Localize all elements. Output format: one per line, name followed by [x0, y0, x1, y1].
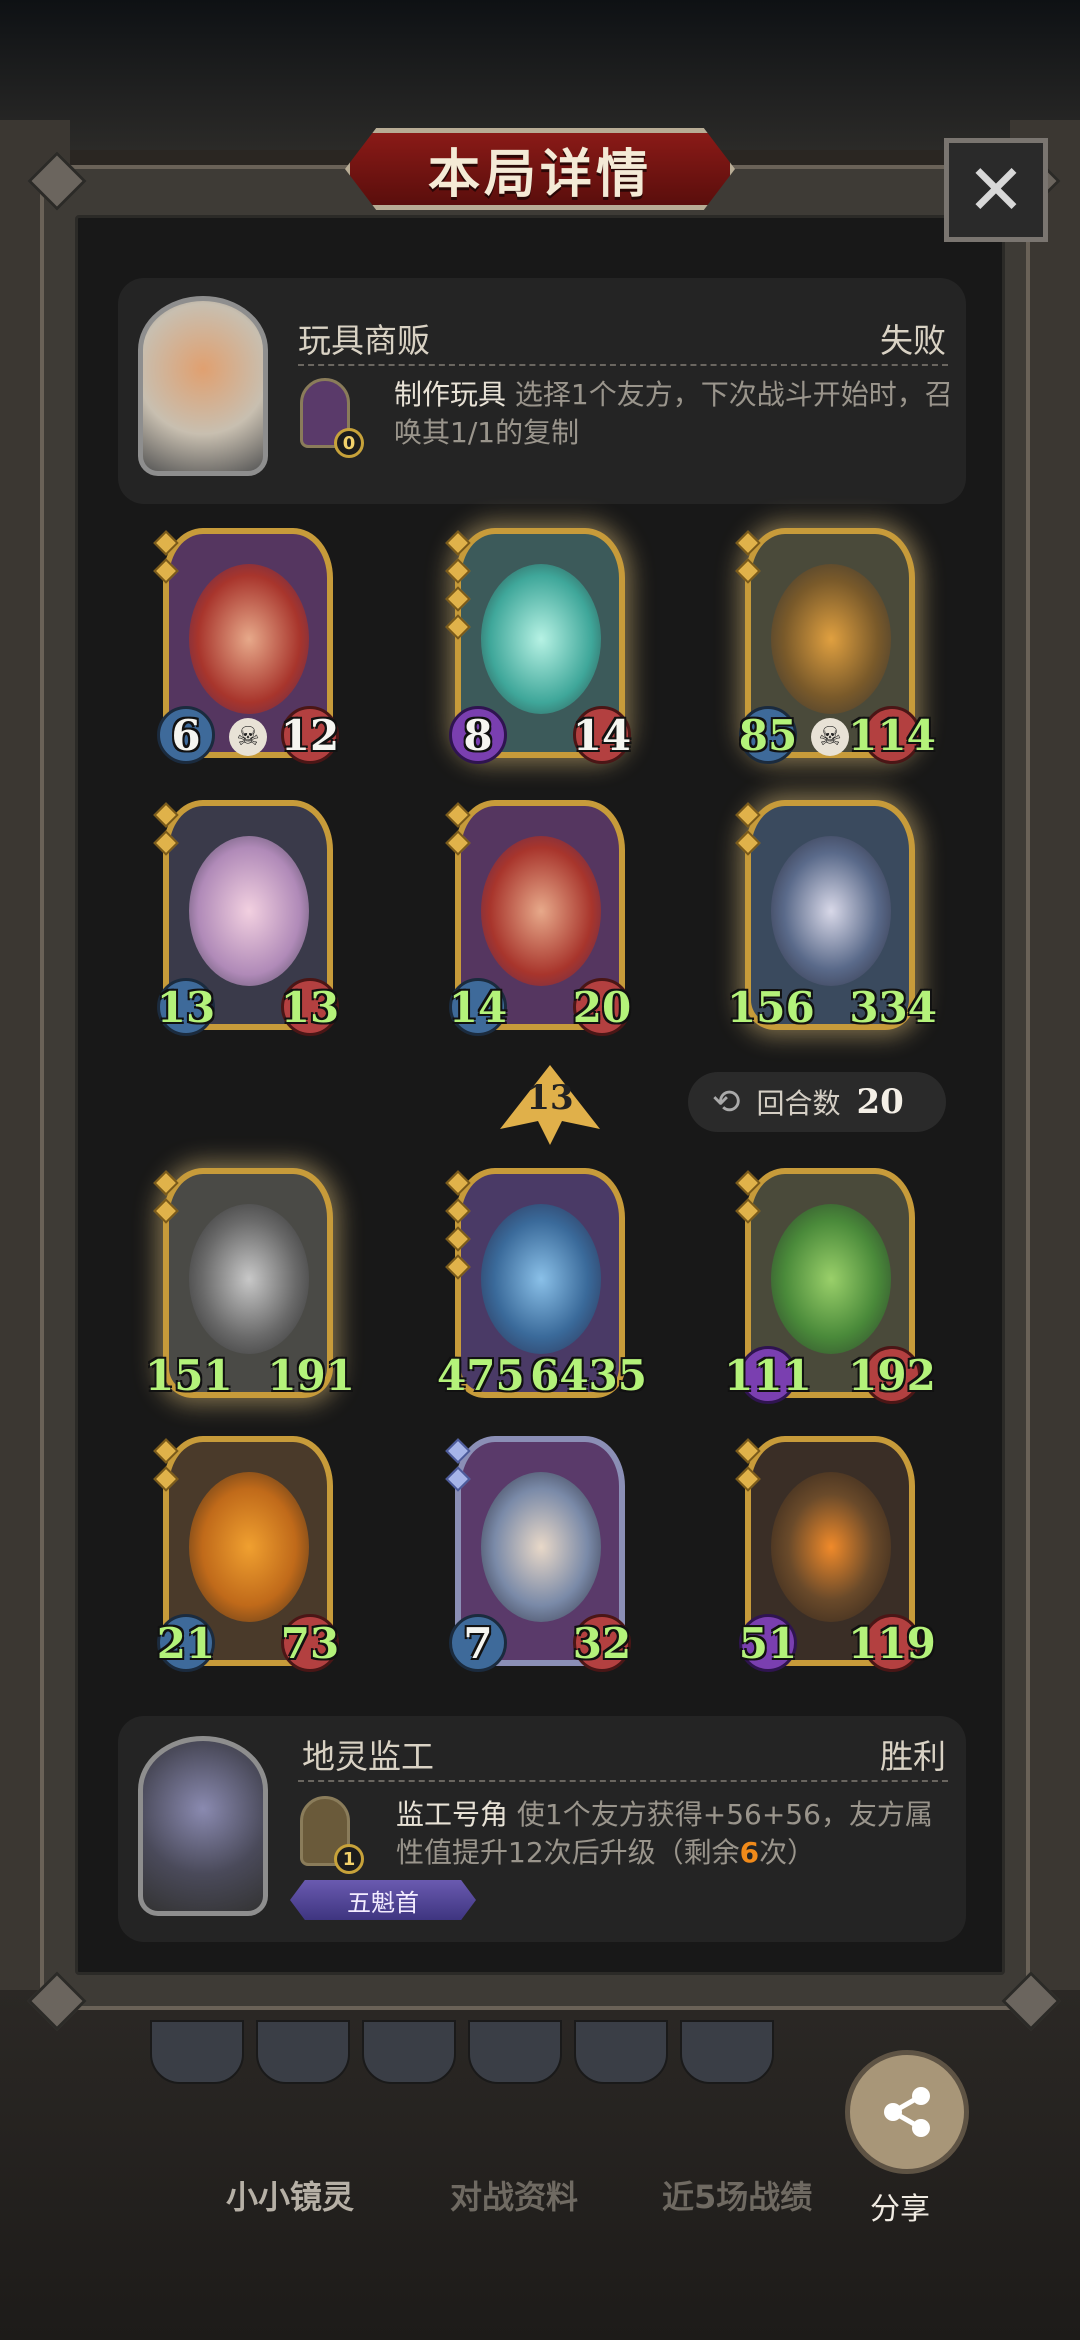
tier-pips	[153, 530, 179, 590]
player-skill-remaining: 6	[739, 1836, 760, 1869]
tier-pips	[445, 530, 471, 646]
unit-attack: 151	[145, 1350, 233, 1400]
share-button[interactable]	[845, 2050, 969, 2174]
unit-attack: 13	[157, 978, 215, 1036]
opponent-name: 玩具商贩	[298, 321, 430, 360]
unit-card[interactable]: 156 334	[727, 800, 937, 1032]
player-avatar	[138, 1736, 268, 1916]
player-card: 地灵监工 胜利 1 监工号角 使1个友方获得+56+56，友方属性值提升12次后…	[118, 1716, 966, 1942]
opponent-skill: 制作玩具 选择1个友方，下次战斗开始时，召唤其1/1的复制	[394, 376, 954, 452]
unit-health: 20	[573, 978, 631, 1036]
unit-health: 191	[267, 1350, 355, 1400]
unit-attack: 51	[739, 1614, 797, 1672]
unit-card[interactable]: 8 14	[445, 528, 631, 764]
skull-icon: ☠	[229, 718, 267, 756]
unit-card[interactable]: 21 73	[153, 1436, 339, 1672]
opponent-skill-name: 制作玩具	[394, 378, 507, 411]
close-icon: ✕	[966, 149, 1026, 231]
divider	[298, 364, 948, 366]
unit-strip	[150, 2020, 790, 2084]
unit-health: 12	[281, 706, 339, 764]
opponent-avatar	[138, 296, 268, 476]
tier-pips	[735, 1170, 761, 1230]
tier-pips	[445, 802, 471, 862]
skull-icon: ☠	[811, 718, 849, 756]
player-skill: 监工号角 使1个友方获得+56+56，友方属性值提升12次后升级（剩余6次）	[396, 1796, 956, 1872]
unit-health: 192	[848, 1346, 936, 1404]
unit-card[interactable]: 475 6435	[437, 1168, 647, 1400]
unit-card[interactable]: 13 13	[153, 800, 339, 1036]
share-label: 分享	[870, 2192, 930, 2227]
unit-attack: 21	[157, 1614, 215, 1672]
unit-attack: 475	[437, 1350, 525, 1400]
opponent-result: 失败	[880, 321, 946, 360]
player-skill-name: 监工号角	[396, 1798, 509, 1831]
panel-title: 本局详情	[427, 143, 652, 205]
opponent-card: 玩具商贩 失败 0 制作玩具 选择1个友方，下次战斗开始时，召唤其1/1的复制	[118, 278, 966, 504]
divider	[298, 1780, 948, 1782]
player-name: 地灵监工	[302, 1737, 434, 1776]
tier-pips	[735, 530, 761, 590]
tab-mirror-spirit[interactable]: 小小镜灵	[226, 2172, 354, 2218]
unit-attack: 14	[449, 978, 507, 1036]
unit-card[interactable]: 7 32	[445, 1436, 631, 1672]
unit-card[interactable]: 151 191	[145, 1168, 355, 1400]
player-relic-count: 1	[334, 1844, 364, 1874]
unit-health: 14	[573, 706, 631, 764]
tier-pips	[445, 1438, 471, 1498]
unit-health: 13	[281, 978, 339, 1036]
rounds-value: 20	[856, 1082, 904, 1122]
tier-pips	[735, 1438, 761, 1498]
unit-attack: 156	[727, 982, 815, 1032]
unit-card[interactable]: ☠ 6 12	[153, 528, 339, 764]
rounds-label: 回合数	[756, 1087, 841, 1120]
unit-health: 73	[281, 1614, 339, 1672]
close-button[interactable]: ✕	[944, 138, 1048, 242]
opponent-relic-count: 0	[334, 428, 364, 458]
tier-pips	[153, 1170, 179, 1230]
unit-attack: 111	[724, 1346, 812, 1404]
tier-level: 13	[526, 1078, 574, 1118]
unit-health: 334	[849, 982, 937, 1032]
unit-card[interactable]: 14 20	[445, 800, 631, 1036]
unit-attack: 6	[157, 706, 215, 764]
tier-pips	[153, 1438, 179, 1498]
unit-health: 32	[573, 1614, 631, 1672]
unit-health: 6435	[530, 1350, 647, 1400]
tier-pips	[735, 802, 761, 862]
tab-battle-info[interactable]: 对战资料	[450, 2172, 578, 2218]
tier-pips	[445, 1170, 471, 1286]
unit-card[interactable]: ☠ 85 114	[735, 528, 936, 764]
rank-badge: 五魁首	[290, 1880, 476, 1920]
unit-card[interactable]: 111 192	[724, 1168, 936, 1404]
unit-health: 119	[848, 1614, 936, 1672]
rounds-pill: ⟲ 回合数 20	[688, 1072, 946, 1132]
share-icon	[884, 2087, 930, 2137]
unit-health: 114	[848, 706, 936, 764]
unit-card[interactable]: 51 119	[735, 1436, 936, 1672]
player-skill-desc-end: 次）	[759, 1836, 816, 1869]
player-result: 胜利	[880, 1737, 946, 1776]
refresh-icon: ⟲	[712, 1082, 741, 1122]
tab-recent-matches[interactable]: 近5场战绩	[662, 2172, 812, 2218]
unit-attack: 7	[449, 1614, 507, 1672]
tier-pips	[153, 802, 179, 862]
unit-attack: 8	[449, 706, 507, 764]
unit-attack: 85	[739, 706, 797, 764]
